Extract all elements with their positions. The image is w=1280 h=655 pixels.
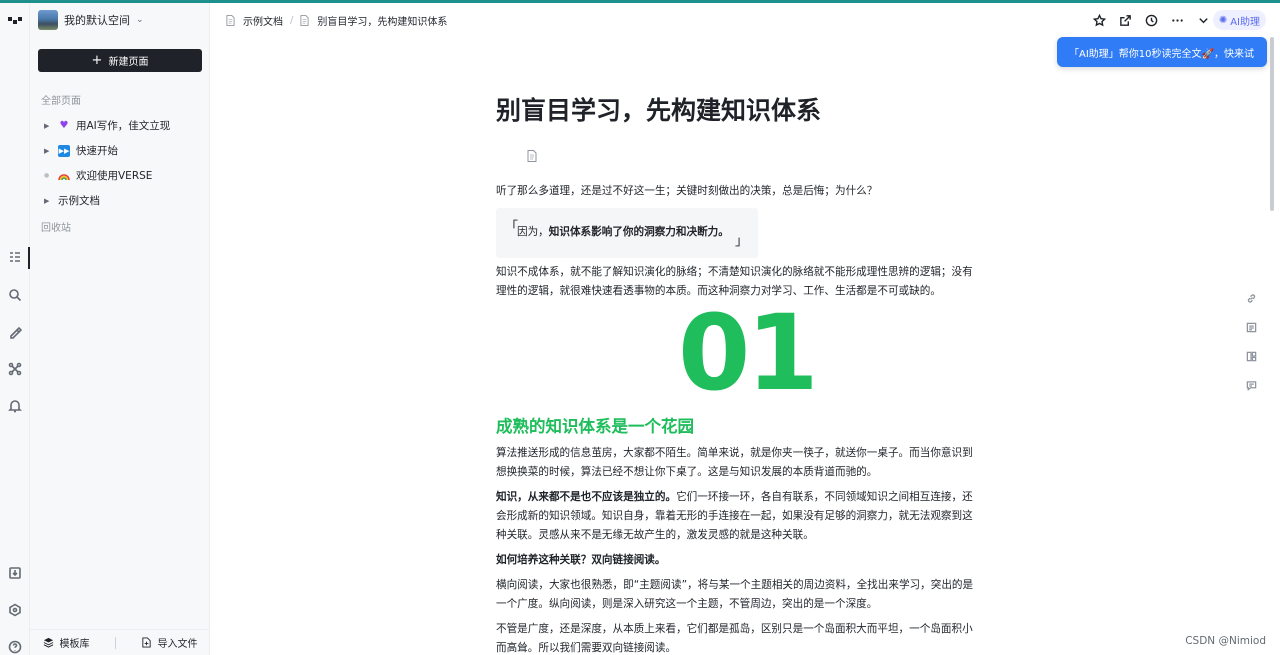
- trash-link[interactable]: 回收站: [41, 219, 71, 234]
- document-icon: [300, 14, 309, 26]
- watermark: CSDN @Nimiod: [1185, 635, 1266, 647]
- rainbow-icon: [58, 170, 70, 182]
- more-icon[interactable]: [1170, 13, 1184, 27]
- help-icon[interactable]: [7, 639, 23, 655]
- breadcrumb-item[interactable]: 别盲目学习，先构建知识体系: [300, 13, 447, 28]
- ai-assistant-button[interactable]: ✺ AI助理: [1212, 10, 1266, 30]
- header-actions: [1092, 3, 1210, 37]
- sidebar-footer: 模板库 导入文件: [30, 629, 210, 655]
- sidebar-item-ai-writing[interactable]: ▶ ♥ 用AI写作，佳文立现: [30, 113, 210, 138]
- caret-right-icon[interactable]: ▶: [44, 197, 52, 205]
- breadcrumb-item[interactable]: 示例文档: [226, 13, 283, 28]
- all-pages-label: 全部页面: [41, 96, 81, 107]
- graph-icon[interactable]: [7, 361, 23, 377]
- quote-block[interactable]: 「 因为，知识体系影响了你的洞察力和决断力。 」: [496, 208, 758, 258]
- icon-rail: [0, 3, 30, 655]
- breadcrumb-separator: /: [290, 14, 294, 26]
- new-page-button[interactable]: + 新建页面: [38, 49, 202, 72]
- sidebar-item-label: 快速开始: [76, 145, 118, 157]
- paragraph-bold: 知识，从来都不是也不应该是独立的。: [496, 491, 677, 503]
- fast-forward-icon: ▶▶: [58, 144, 70, 157]
- workspace-name: 我的默认空间: [64, 14, 130, 27]
- sidebar-item-label: 欢迎使用VERSE: [76, 170, 153, 182]
- layout-icon[interactable]: [1244, 342, 1258, 371]
- layers-icon: [43, 637, 53, 648]
- footer-divider: [114, 636, 116, 649]
- template-library-button[interactable]: 模板库: [43, 635, 90, 650]
- workspace-switcher[interactable]: 我的默认空间 ⌄: [38, 9, 144, 31]
- quote-bold: 知识体系影响了你的洞察力和决断力。: [548, 226, 729, 238]
- top-header: 示例文档 / 别盲目学习，先构建知识体系 ✺ AI助理: [210, 3, 1280, 37]
- ai-sparkle-icon: ✺: [1218, 14, 1228, 26]
- caret-right-icon[interactable]: ▶: [44, 147, 52, 155]
- search-icon[interactable]: [7, 287, 23, 303]
- sidebar: 我的默认空间 ⌄ + 新建页面 全部页面 ▶ ♥ 用AI写作，佳文立现 ▶ ▶▶…: [30, 3, 537, 655]
- sidebar-item-welcome[interactable]: ● 欢迎使用VERSE: [30, 163, 210, 188]
- page-tree: ▶ ♥ 用AI写作，佳文立现 ▶ ▶▶ 快速开始 ● 欢迎使用VERSE ▶ 示…: [30, 113, 537, 213]
- page-title[interactable]: 别盲目学习，先构建知识体系: [496, 91, 821, 127]
- paragraph[interactable]: 横向阅读，大家也很熟悉，即“主题阅读”，将与某一个主题相关的周边资料，全找出来学…: [496, 576, 982, 614]
- import-file-button[interactable]: 导入文件: [141, 635, 198, 650]
- dot-icon: ●: [44, 172, 50, 179]
- template-library-label: 模板库: [59, 639, 90, 650]
- ai-assistant-tooltip[interactable]: 「AI助理」帮你10秒读完全文🚀，快来试: [1057, 37, 1267, 67]
- paragraph[interactable]: 算法推送形成的信息茧房，大家都不陌生。简单来说，就是你夹一筷子，就送你一桌子。而…: [496, 444, 982, 482]
- app-logo-icon[interactable]: [7, 13, 23, 29]
- quote-prefix: 因为，: [517, 226, 549, 238]
- breadcrumb-label: 示例文档: [243, 16, 283, 28]
- share-icon[interactable]: [1118, 13, 1132, 27]
- caret-right-icon[interactable]: ▶: [44, 122, 52, 130]
- history-icon[interactable]: [1144, 13, 1158, 27]
- chevron-down-icon: ⌄: [136, 15, 144, 25]
- bell-icon[interactable]: [7, 398, 23, 414]
- workspace-avatar: [38, 10, 58, 30]
- breadcrumb-label: 别盲目学习，先构建知识体系: [317, 16, 448, 28]
- new-page-label: 新建页面: [108, 57, 149, 68]
- import-file-label: 导入文件: [157, 639, 198, 650]
- quote-text: 因为，知识体系影响了你的洞察力和决断力。: [517, 224, 729, 239]
- document-icon: [226, 14, 235, 26]
- paragraph-heading[interactable]: 如何培养这种关联？双向链接阅读。: [496, 551, 982, 570]
- comment-icon[interactable]: [1244, 371, 1258, 400]
- section-heading[interactable]: 成熟的知识体系是一个花园: [496, 413, 694, 437]
- ai-assistant-label: AI助理: [1230, 16, 1260, 28]
- link-icon[interactable]: [1244, 284, 1258, 313]
- scrollbar[interactable]: [1270, 37, 1274, 211]
- sidebar-item-sample-doc[interactable]: ▶ 示例文档: [30, 150, 537, 213]
- quote-close-mark: 」: [734, 234, 748, 249]
- sidebar-item-quick-start[interactable]: ▶ ▶▶ 快速开始: [30, 138, 210, 163]
- chevron-down-icon[interactable]: [1196, 13, 1210, 27]
- breadcrumb: 示例文档 / 别盲目学习，先构建知识体系: [226, 3, 447, 37]
- sidebar-item-label: 示例文档: [58, 195, 100, 207]
- document-icon: [526, 150, 538, 162]
- sidebar-item-label: 用AI写作，佳文立现: [76, 120, 171, 132]
- download-icon[interactable]: [7, 565, 23, 581]
- paragraph[interactable]: 不管是广度，还是深度，从本质上来看，它们都是孤岛，区别只是一个岛面积大而平坦，一…: [496, 620, 982, 655]
- purple-heart-icon: ♥: [59, 120, 69, 131]
- table-of-contents-icon[interactable]: [1244, 313, 1258, 342]
- import-file-icon: [141, 637, 151, 648]
- section-number: 01: [678, 292, 819, 414]
- plus-icon: +: [91, 53, 103, 68]
- outline-icon[interactable]: [7, 249, 23, 265]
- paragraph[interactable]: 知识，从来都不是也不应该是独立的。它们一环接一环，各自有联系，不同领域知识之间相…: [496, 488, 982, 545]
- star-icon[interactable]: [1092, 13, 1106, 27]
- right-toolbar: [1244, 284, 1258, 400]
- cube-icon[interactable]: [7, 602, 23, 618]
- brush-icon[interactable]: [7, 324, 23, 340]
- paragraph[interactable]: 听了那么多道理，还是过不好这一生；关键时刻做出的决策，总是后悔；为什么？: [496, 182, 982, 201]
